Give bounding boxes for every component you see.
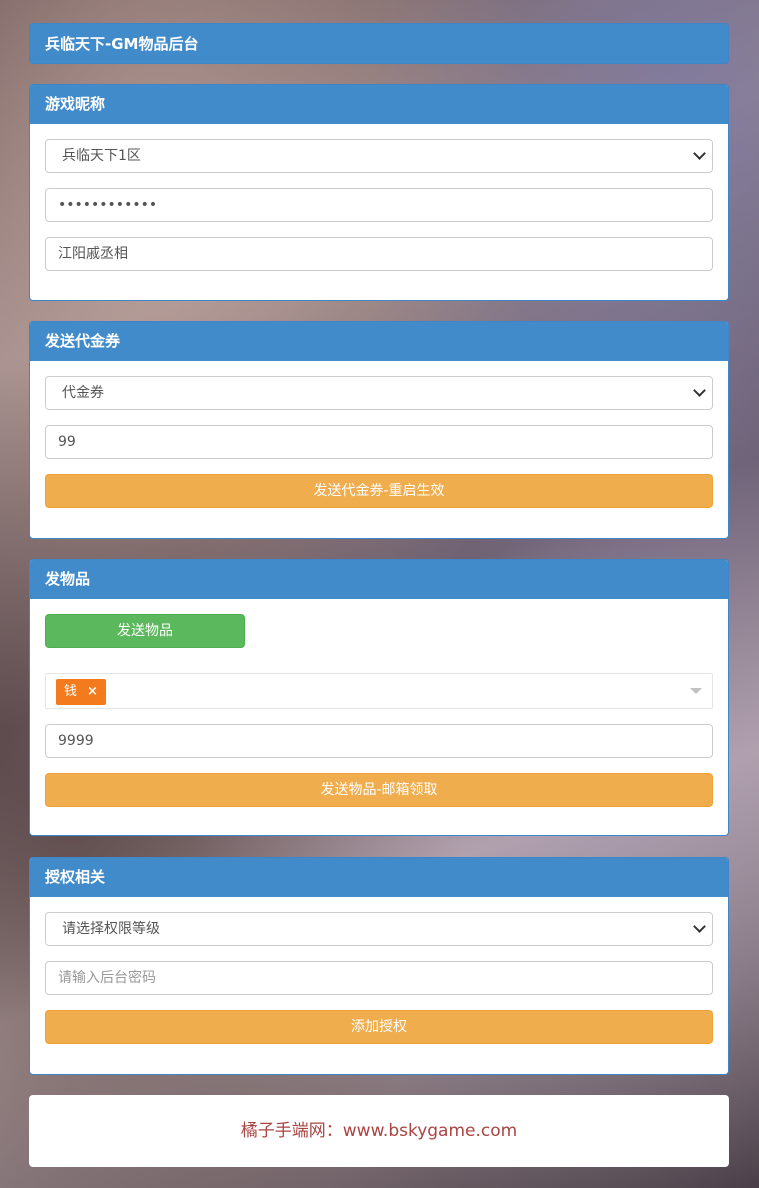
send-item-button[interactable]: 发送物品-邮箱领取 <box>45 773 713 807</box>
add-auth-button[interactable]: 添加授权 <box>45 1010 713 1044</box>
chevron-down-icon <box>693 384 706 397</box>
server-select-value: 兵临天下1区 <box>62 148 141 164</box>
item-panel-title: 发物品 <box>30 560 728 599</box>
nickname-field-value: 江阳戚丞相 <box>58 246 128 262</box>
chevron-down-icon <box>693 147 706 160</box>
admin-password-placeholder: 请输入后台密码 <box>58 970 156 986</box>
item-panel: 发物品 发送物品 钱 × 9999 发送物品-邮箱领取 <box>29 559 729 836</box>
password-field[interactable]: •••••••••••• <box>45 188 713 222</box>
footer: 橘子手端网：www.bskygame.com <box>29 1095 729 1167</box>
server-select[interactable]: 兵临天下1区 <box>45 139 713 173</box>
voucher-amount-field[interactable]: 99 <box>45 425 713 459</box>
caret-down-icon <box>690 688 702 694</box>
send-item-open-button[interactable]: 发送物品 <box>45 614 245 648</box>
chevron-down-icon <box>693 920 706 933</box>
auth-panel-title: 授权相关 <box>30 858 728 897</box>
item-quantity-value: 9999 <box>58 733 94 749</box>
auth-level-select[interactable]: 请选择权限等级 <box>45 912 713 946</box>
footer-text: 橘子手端网：www.bskygame.com <box>240 1121 518 1141</box>
header-panel: 兵临天下-GM物品后台 <box>29 23 729 64</box>
admin-password-field[interactable]: 请输入后台密码 <box>45 961 713 995</box>
close-icon[interactable]: × <box>87 684 98 699</box>
selected-item-tag: 钱 × <box>56 679 106 705</box>
voucher-panel: 发送代金券 代金券 99 发送代金券-重启生效 <box>29 321 729 539</box>
item-multiselect[interactable]: 钱 × <box>45 673 713 709</box>
selected-item-tag-label: 钱 <box>64 684 78 699</box>
voucher-amount-value: 99 <box>58 434 76 450</box>
auth-panel: 授权相关 请选择权限等级 请输入后台密码 添加授权 <box>29 857 729 1075</box>
voucher-type-select[interactable]: 代金券 <box>45 376 713 410</box>
item-quantity-field[interactable]: 9999 <box>45 724 713 758</box>
auth-level-value: 请选择权限等级 <box>62 921 160 937</box>
send-voucher-button[interactable]: 发送代金券-重启生效 <box>45 474 713 508</box>
voucher-type-value: 代金券 <box>62 385 104 401</box>
voucher-panel-title: 发送代金券 <box>30 322 728 361</box>
page-title: 兵临天下-GM物品后台 <box>30 24 728 63</box>
nickname-field[interactable]: 江阳戚丞相 <box>45 237 713 271</box>
nickname-panel-title: 游戏昵称 <box>30 85 728 124</box>
nickname-panel: 游戏昵称 兵临天下1区 •••••••••••• 江阳戚丞相 <box>29 84 729 301</box>
password-field-value: •••••••••••• <box>58 197 158 213</box>
